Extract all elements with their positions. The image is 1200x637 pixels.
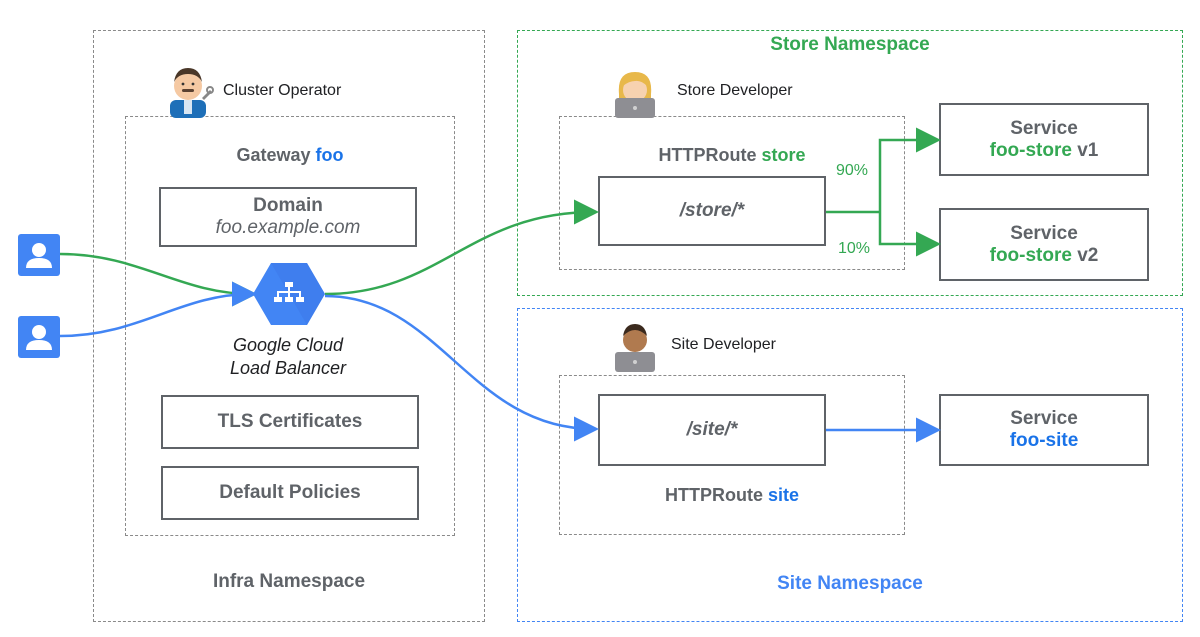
green-split-v2 bbox=[878, 212, 941, 257]
green-lb-to-store bbox=[324, 199, 599, 296]
user-icon bbox=[18, 316, 60, 358]
connection-arrows bbox=[18, 127, 941, 443]
blue-lb-to-site bbox=[324, 294, 599, 442]
green-user-to-lb bbox=[59, 252, 257, 307]
user-icon bbox=[18, 234, 60, 276]
blue-user-to-lb bbox=[59, 281, 257, 338]
load-balancer-icon bbox=[253, 263, 325, 325]
green-split-v1 bbox=[878, 127, 941, 212]
